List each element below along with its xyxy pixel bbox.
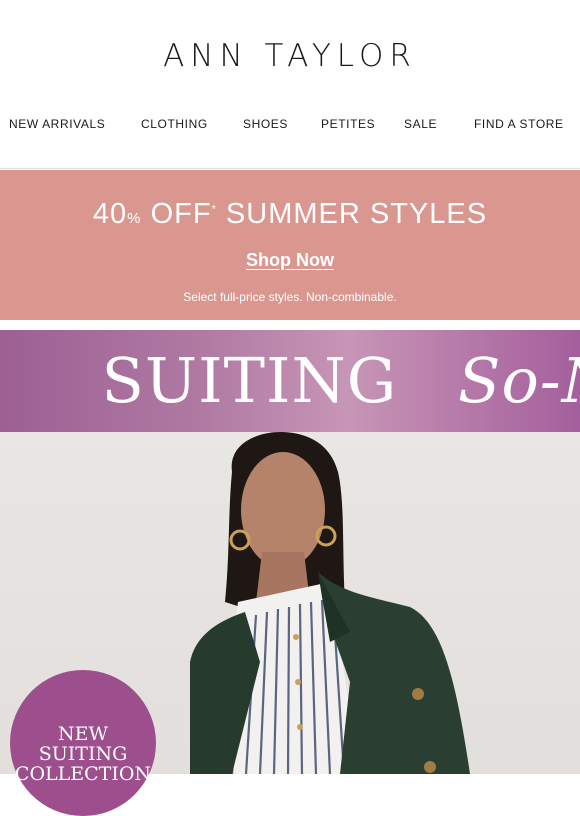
blazer-button xyxy=(412,688,424,700)
blazer-button xyxy=(424,761,436,773)
promo-headline-rest: SUMMER STYLES xyxy=(225,198,488,230)
promo-percent-sign: % xyxy=(127,210,142,227)
promo-percent: 40 xyxy=(92,198,128,230)
promo-off: OFF xyxy=(150,198,212,230)
badge-line-2: COLLECTION xyxy=(14,763,152,785)
nav-petites[interactable]: PETITES xyxy=(321,112,375,136)
nav-shoes[interactable]: SHOES xyxy=(243,112,288,136)
main-nav: NEW ARRIVALS CLOTHING SHOES PETITES SALE… xyxy=(0,112,580,136)
nav-divider xyxy=(0,168,580,169)
shop-now-link[interactable]: Shop Now xyxy=(0,250,580,271)
banner-headline: SUITING So-New xyxy=(0,344,580,417)
promo-fine-print: Select full-price styles. Non-combinable… xyxy=(183,290,397,304)
nav-sale[interactable]: SALE xyxy=(404,112,437,136)
nav-clothing[interactable]: CLOTHING xyxy=(141,112,208,136)
ann-taylor-logo[interactable]: ANN TAYLOR xyxy=(163,38,417,74)
header: ANN TAYLOR xyxy=(0,0,580,104)
face-shape xyxy=(241,452,325,568)
promo-banner[interactable]: 40% OFF* SUMMER STYLES Shop Now Select f… xyxy=(0,170,580,320)
new-suiting-collection-badge[interactable]: NEW SUITING COLLECTION xyxy=(10,670,156,816)
promo-headline: 40% OFF* SUMMER STYLES xyxy=(92,198,488,230)
nav-new-arrivals[interactable]: NEW ARRIVALS xyxy=(9,112,105,136)
badge-line-1: NEW SUITING xyxy=(38,723,128,765)
banner-text-so-new: So-New xyxy=(458,344,580,417)
nav-find-a-store[interactable]: FIND A STORE xyxy=(474,112,564,136)
banner-text-suiting: SUITING xyxy=(101,344,398,417)
suiting-banner[interactable]: SUITING So-New xyxy=(0,330,580,432)
